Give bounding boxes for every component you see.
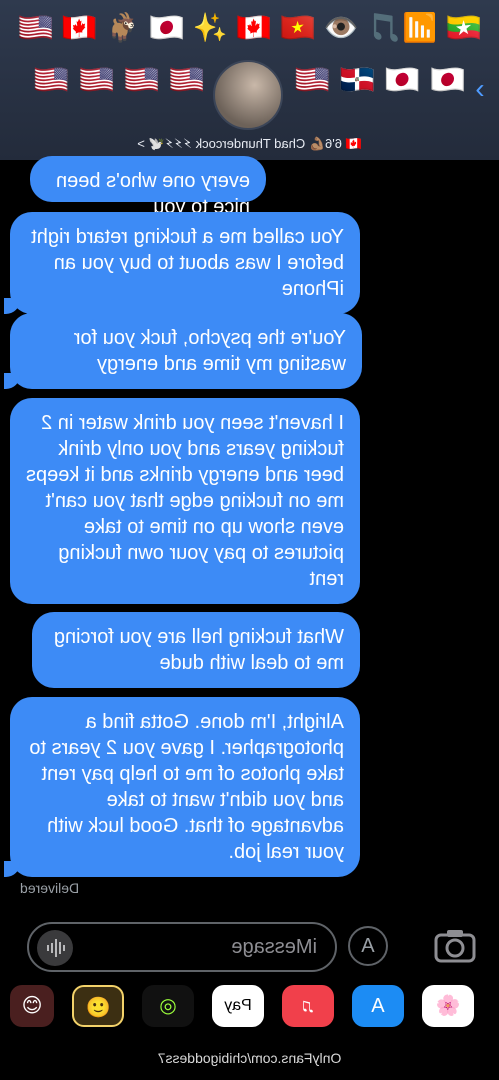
message-text: every one who's been nice to you	[56, 170, 250, 218]
emoji: 👁️	[323, 12, 359, 43]
emoji: 🇺🇸	[169, 64, 205, 95]
screen: 🇲🇲 📶🎵 👁️ 🇻🇳 🇨🇦 ✨ 🇯🇵 🐐 🇨🇦 🇺🇸 🇯🇵 🇯🇵 🇩🇴 🇺🇸 …	[0, 0, 499, 1080]
bubble-tail	[4, 298, 20, 314]
fitness-app-icon[interactable]: ◎	[142, 985, 194, 1027]
emoji: 🇺🇸	[18, 12, 53, 43]
stickers-app-icon[interactable]: 😊	[10, 985, 54, 1027]
audio-waveform-icon[interactable]	[37, 930, 73, 966]
emoji: 🐐	[105, 12, 141, 43]
bubble-tail	[4, 861, 20, 877]
message-bubble[interactable]: every one who's been nice to you	[30, 156, 266, 218]
app-drawer: 🌸 A ♫ Pay ◎ 🙂 😊	[0, 980, 499, 1040]
emoji: 🇺🇸	[34, 64, 69, 95]
message-text: Alright, I'm done. Gotta find a photogra…	[29, 711, 344, 863]
fitness-rings-icon: ◎	[159, 995, 177, 1017]
emoji: 🇯🇵	[430, 64, 465, 95]
emoji-row-top: 🇲🇲 📶🎵 👁️ 🇻🇳 🇨🇦 ✨ 🇯🇵 🐐 🇨🇦 🇺🇸	[18, 8, 481, 48]
photos-icon: 🌸	[435, 995, 461, 1017]
message-bubble[interactable]: What fucking hell are you forcing me to …	[32, 612, 360, 688]
emoji: 📶🎵	[367, 12, 438, 43]
emoji: 🇺🇸	[294, 64, 330, 95]
apple-pay-app-icon[interactable]: Pay	[212, 985, 264, 1027]
app-store-icon: A	[371, 995, 385, 1017]
chevron-right-icon[interactable]: ›	[473, 73, 487, 104]
message-bubble[interactable]: Alright, I'm done. Gotta find a photogra…	[4, 697, 360, 877]
message-text: You're the psycho, fuck you for wasting …	[73, 327, 346, 375]
bubble-tail	[4, 373, 20, 389]
emoji: 🇨🇦	[236, 12, 272, 43]
message-text: What fucking hell are you forcing me to …	[53, 626, 344, 674]
emoji: 🇨🇦	[61, 12, 97, 43]
delivered-status: Delivered	[20, 880, 80, 896]
memoji-icon: 🙂	[85, 997, 111, 1019]
music-app-icon[interactable]: ♫	[282, 985, 334, 1027]
camera-icon	[434, 930, 476, 963]
message-bubble[interactable]: You're the psycho, fuck you for wasting …	[4, 313, 362, 389]
contact-avatar[interactable]	[213, 60, 283, 130]
message-input[interactable]: iMessage	[27, 922, 337, 972]
emoji: 🇯🇵	[385, 64, 420, 95]
emoji: 🇲🇲	[446, 12, 481, 43]
memoji-app-icon[interactable]: 🙂	[72, 985, 124, 1027]
message-text: I haven't seen you drink water in 2 fuck…	[26, 412, 344, 590]
message-bubble[interactable]: You called me a fucking retard right bef…	[4, 212, 360, 314]
message-input-placeholder: iMessage	[231, 936, 317, 958]
apple-pay-icon: Pay	[224, 997, 252, 1014]
message-thread[interactable]: every one who's been nice to you You cal…	[0, 156, 499, 900]
sticker-icon: 😊	[21, 995, 43, 1017]
message-bubble[interactable]: I haven't seen you drink water in 2 fuck…	[10, 398, 360, 604]
photos-app-icon[interactable]: 🌸	[422, 985, 474, 1027]
music-icon: ♫	[300, 995, 316, 1017]
watermark-text: OnlyFans.com/chibigoddess7	[157, 1050, 342, 1066]
emoji: 🇯🇵	[149, 12, 185, 43]
app-store-app-icon[interactable]: A	[352, 985, 404, 1027]
camera-button[interactable]	[432, 927, 478, 965]
message-text: You called me a fucking retard right bef…	[31, 226, 344, 300]
conversation-header: 🇲🇲 📶🎵 👁️ 🇻🇳 🇨🇦 ✨ 🇯🇵 🐐 🇨🇦 🇺🇸 🇯🇵 🇯🇵 🇩🇴 🇺🇸 …	[0, 0, 499, 160]
emoji: 🇺🇸	[79, 64, 114, 95]
emoji: 🇻🇳	[280, 12, 316, 43]
emoji: ✨	[192, 12, 228, 43]
app-store-icon: A	[361, 935, 375, 957]
contact-name[interactable]: 🇨🇦 6'6💪🏽 Chad Thundercock ⚡⚡⚡🕊️ >	[0, 135, 499, 153]
emoji: 🇩🇴	[339, 64, 375, 95]
emoji: 🇺🇸	[124, 64, 160, 95]
apps-button[interactable]: A	[348, 926, 388, 966]
